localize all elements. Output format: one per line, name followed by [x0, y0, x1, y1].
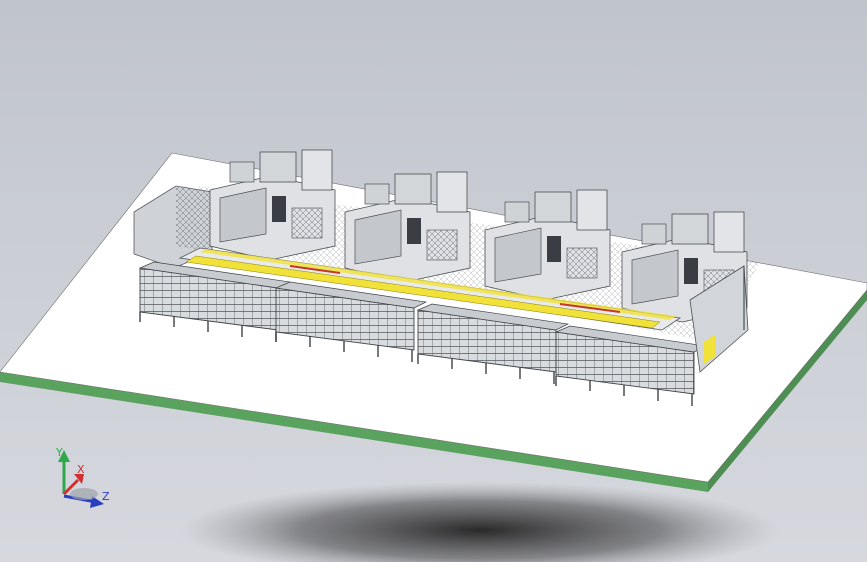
- cnc-machine-2-side-panel: [426, 229, 458, 261]
- x-axis-label: X: [77, 463, 85, 476]
- cnc-machine-4-column: [713, 211, 745, 253]
- cnc-machine-4-control-panel: [641, 223, 667, 245]
- graphics-viewport[interactable]: Y X Z: [0, 0, 867, 562]
- cnc-machine-3-column: [576, 189, 608, 231]
- y-axis-label: Y: [55, 446, 63, 459]
- cnc-machine-1-spindle-head: [259, 151, 297, 183]
- view-orientation-triad[interactable]: Y X Z: [44, 446, 118, 516]
- cnc-machine-1-control-panel: [229, 161, 255, 183]
- cnc-machine-1-column: [301, 149, 333, 191]
- cnc-machine-2-column: [436, 171, 468, 213]
- cnc-machine-2-control-panel: [364, 183, 390, 205]
- cnc-machine-3-side-panel: [566, 247, 598, 279]
- cnc-machine-1-side-panel: [291, 207, 323, 239]
- cnc-machine-3-spindle-head: [534, 191, 572, 223]
- floor-shadow: [180, 482, 780, 562]
- cnc-machine-4-window: [684, 258, 698, 284]
- cnc-machine-2-spindle-head: [394, 173, 432, 205]
- cnc-machine-4-spindle-head: [671, 213, 709, 245]
- left-guard-mesh: [176, 186, 212, 252]
- cnc-machine-3-control-panel: [504, 201, 530, 223]
- z-axis-label: Z: [102, 490, 110, 503]
- triad-origin-disc: [70, 488, 98, 500]
- cnc-machine-3-window: [547, 236, 561, 262]
- cnc-machine-2-window: [407, 218, 421, 244]
- 3d-model-scene[interactable]: [0, 0, 867, 562]
- cnc-machine-1-window: [272, 196, 286, 222]
